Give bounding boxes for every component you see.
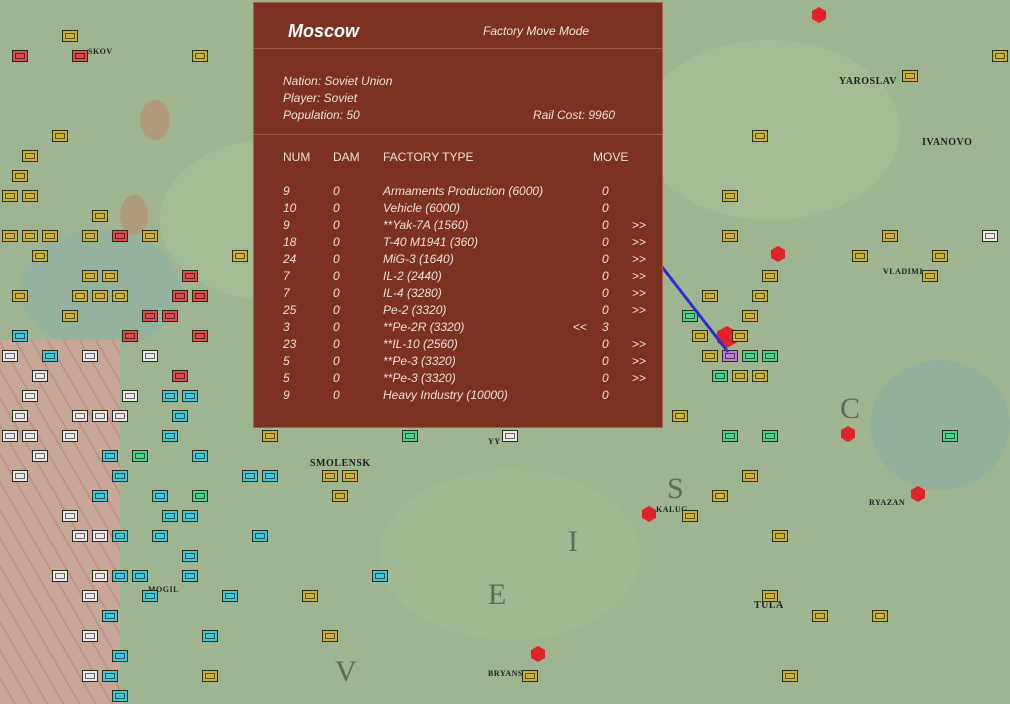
factory-row: 5 0 **Pe-3 (3320) 0 >> [254,354,662,371]
factory-num: 5 [283,354,290,368]
factory-damage: 0 [333,269,340,283]
factory-move-count: 0 [602,184,609,198]
move-right-button[interactable]: >> [632,235,646,249]
factory-damage: 0 [333,388,340,402]
factory-move-count: 0 [602,388,609,402]
factory-move-count: 0 [602,371,609,385]
factory-move-count: 0 [602,201,609,215]
nation-text: Nation: Soviet Union [283,74,393,88]
move-left-button[interactable]: << [573,320,587,334]
rail-cost-text: Rail Cost: 9960 [533,108,616,122]
factory-row: 18 0 T-40 M1941 (360) 0 >> [254,235,662,252]
city-factory-panel: Moscow Factory Move Mode Nation: Soviet … [253,2,663,428]
move-right-button[interactable]: >> [632,371,646,385]
factory-num: 9 [283,388,290,402]
factory-row: 9 0 Armaments Production (6000) 0 [254,184,662,201]
factory-num: 18 [283,235,297,249]
factory-damage: 0 [333,218,340,232]
factory-type: **IL-10 (2560) [383,337,458,351]
factory-damage: 0 [333,286,340,300]
factory-row: 7 0 IL-4 (3280) 0 >> [254,286,662,303]
factory-move-count: 0 [602,218,609,232]
factory-move-count: 0 [602,235,609,249]
factory-damage: 0 [333,184,340,198]
factory-row: 9 0 **Yak-7A (1560) 0 >> [254,218,662,235]
move-right-button[interactable]: >> [632,303,646,317]
factory-num: 5 [283,371,290,385]
factory-damage: 0 [333,303,340,317]
divider [254,48,662,49]
factory-type: **Pe-3 (3320) [383,354,456,368]
factory-row: 3 0 **Pe-2R (3320) << 3 [254,320,662,337]
factory-row: 7 0 IL-2 (2440) 0 >> [254,269,662,286]
move-right-button[interactable]: >> [632,218,646,232]
factory-damage: 0 [333,354,340,368]
factory-num: 3 [283,320,290,334]
move-right-button[interactable]: >> [632,354,646,368]
move-right-button[interactable]: >> [632,337,646,351]
factory-type: **Pe-2R (3320) [383,320,465,334]
factory-damage: 0 [333,337,340,351]
factory-type: **Pe-3 (3320) [383,371,456,385]
col-header-dam: DAM [333,150,360,164]
factory-move-count: 0 [602,303,609,317]
factory-damage: 0 [333,252,340,266]
factory-row: 9 0 Heavy Industry (10000) 0 [254,388,662,405]
player-text: Player: Soviet [283,91,358,105]
factory-type: Armaments Production (6000) [383,184,544,198]
factory-num: 9 [283,184,290,198]
factory-move-count: 0 [602,354,609,368]
move-right-button[interactable]: >> [632,286,646,300]
city-name-title: Moscow [288,21,360,41]
factory-move-count: 3 [602,320,609,334]
factory-type: Heavy Industry (10000) [383,388,508,402]
move-right-button[interactable]: >> [632,252,646,266]
factory-row: 24 0 MiG-3 (1640) 0 >> [254,252,662,269]
factory-type: MiG-3 (1640) [383,252,454,266]
factory-move-count: 0 [602,252,609,266]
factory-damage: 0 [333,235,340,249]
factory-num: 9 [283,218,290,232]
factory-num: 7 [283,269,290,283]
factory-damage: 0 [333,371,340,385]
factory-num: 25 [283,303,297,317]
factory-move-count: 0 [602,337,609,351]
col-header-type: FACTORY TYPE [383,150,474,164]
factory-type: Vehicle (6000) [383,201,460,215]
factory-damage: 0 [333,201,340,215]
factory-row: 25 0 Pe-2 (3320) 0 >> [254,303,662,320]
population-text: Population: 50 [283,108,360,122]
col-header-move: MOVE [593,150,629,164]
factory-damage: 0 [333,320,340,334]
mode-label: Factory Move Mode [483,24,590,38]
factory-row: 23 0 **IL-10 (2560) 0 >> [254,337,662,354]
factory-type: IL-4 (3280) [383,286,442,300]
factory-move-count: 0 [602,286,609,300]
factory-type: T-40 M1941 (360) [383,235,478,249]
factory-move-count: 0 [602,269,609,283]
factory-num: 23 [283,337,297,351]
col-header-num: NUM [283,150,311,164]
factory-num: 10 [283,201,297,215]
move-right-button[interactable]: >> [632,269,646,283]
factory-type: IL-2 (2440) [383,269,442,283]
factory-type: **Yak-7A (1560) [383,218,469,232]
factory-type: Pe-2 (3320) [383,303,447,317]
factory-num: 7 [283,286,290,300]
divider [254,134,662,135]
factory-num: 24 [283,252,297,266]
factory-row: 10 0 Vehicle (6000) 0 [254,201,662,218]
factory-row: 5 0 **Pe-3 (3320) 0 >> [254,371,662,388]
